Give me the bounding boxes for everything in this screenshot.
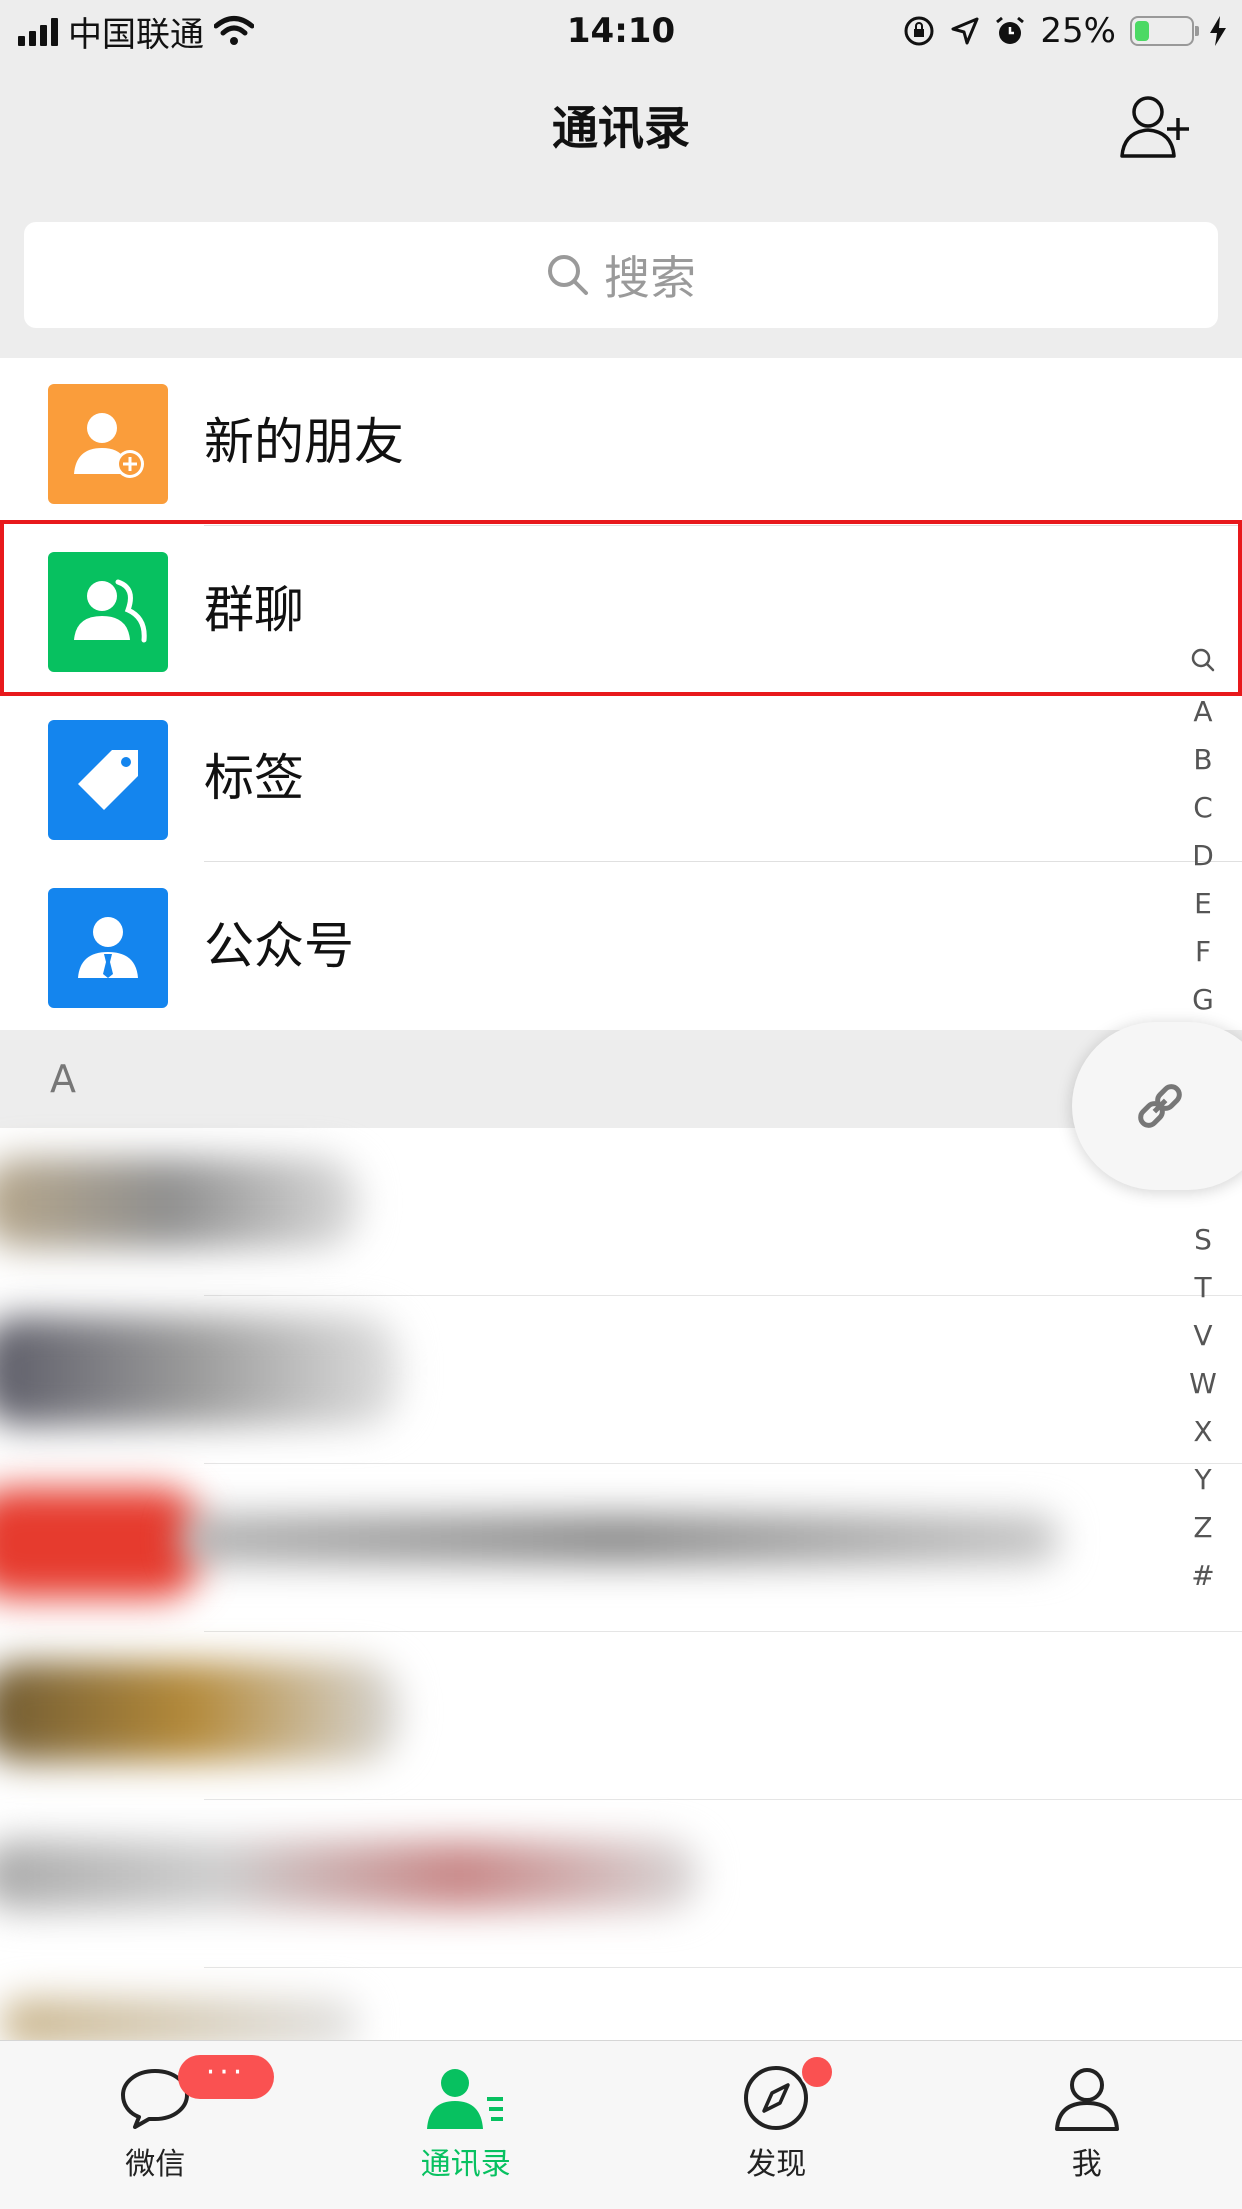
menu-item-new-friends[interactable]: 新的朋友: [0, 358, 1242, 526]
contacts-menu: 新的朋友 群聊 标签: [0, 358, 1242, 1030]
tag-icon: [48, 720, 168, 840]
section-letter: A: [50, 1030, 76, 1128]
tab-me[interactable]: 我: [932, 2041, 1242, 2209]
tab-discover[interactable]: 发现: [621, 2041, 932, 2209]
index-letter[interactable]: G: [1178, 976, 1228, 1024]
floating-link-button[interactable]: [1072, 1022, 1242, 1190]
tab-bar: 微信 通讯录 发现 我 ···: [0, 2040, 1242, 2209]
index-letter[interactable]: B: [1178, 736, 1228, 784]
index-letter[interactable]: E: [1178, 880, 1228, 928]
index-letter[interactable]: A: [1178, 688, 1228, 736]
index-letter[interactable]: W: [1178, 1360, 1228, 1408]
chats-badge: ···: [178, 2055, 274, 2099]
new-friends-icon: [48, 384, 168, 504]
tab-label: 发现: [746, 2139, 806, 2183]
contact-row[interactable]: [0, 1296, 1242, 1464]
link-icon: [1132, 1078, 1188, 1134]
index-letter[interactable]: V: [1178, 1312, 1228, 1360]
contact-row[interactable]: [0, 1800, 1242, 1968]
search-placeholder: 搜索: [604, 242, 696, 308]
index-letter[interactable]: D: [1178, 832, 1228, 880]
contact-row[interactable]: [0, 1464, 1242, 1632]
index-letter[interactable]: F: [1178, 928, 1228, 976]
menu-item-label: 新的朋友: [204, 358, 404, 526]
contact-row[interactable]: [0, 1632, 1242, 1800]
menu-item-label: 公众号: [204, 862, 354, 1030]
charging-icon: [1208, 15, 1228, 47]
battery-percentage: 25%: [1040, 11, 1116, 51]
tab-label: 我: [1072, 2139, 1102, 2183]
official-account-icon: [48, 888, 168, 1008]
tab-contacts[interactable]: 通讯录: [311, 2041, 622, 2209]
menu-item-label: 标签: [204, 694, 304, 862]
contacts-icon: [425, 2065, 507, 2131]
add-contact-icon[interactable]: [1118, 92, 1192, 162]
contact-list: [0, 1128, 1242, 2040]
group-chat-icon: [48, 552, 168, 672]
index-letter[interactable]: T: [1178, 1264, 1228, 1312]
index-letter[interactable]: Y: [1178, 1456, 1228, 1504]
index-search-icon[interactable]: [1178, 640, 1228, 688]
tab-label: 通讯录: [421, 2139, 511, 2183]
status-bar: 中国联通 14:10 25%: [0, 0, 1242, 62]
me-icon: [1051, 2065, 1123, 2131]
index-letter[interactable]: S: [1178, 1216, 1228, 1264]
contact-row[interactable]: [0, 1128, 1242, 1296]
menu-item-official-accounts[interactable]: 公众号: [0, 862, 1242, 1030]
section-header: A: [0, 1030, 1242, 1128]
menu-item-group-chat[interactable]: 群聊: [0, 526, 1242, 694]
alarm-icon: [994, 15, 1026, 47]
nav-bar: 通讯录: [0, 62, 1242, 192]
search-input[interactable]: 搜索: [24, 222, 1218, 328]
battery-icon: [1130, 16, 1194, 46]
discover-dot-badge: [800, 2055, 834, 2089]
index-letter[interactable]: X: [1178, 1408, 1228, 1456]
search-icon: [546, 253, 590, 297]
index-letter[interactable]: #: [1178, 1552, 1228, 1600]
tab-label: 微信: [125, 2139, 185, 2183]
page-title: 通讯录: [0, 92, 1242, 158]
location-icon: [950, 16, 980, 46]
index-letter[interactable]: C: [1178, 784, 1228, 832]
menu-item-tags[interactable]: 标签: [0, 694, 1242, 862]
menu-item-label: 群聊: [204, 526, 304, 694]
rotation-lock-icon: [902, 14, 936, 48]
index-letter[interactable]: Z: [1178, 1504, 1228, 1552]
